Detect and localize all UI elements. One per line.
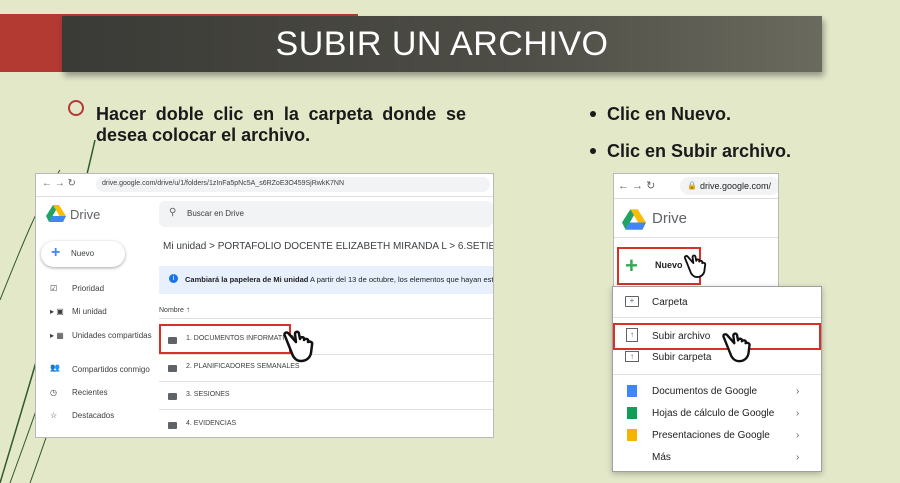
address-bar[interactable]: drive.google.com/drive/u/1/folders/1zInF… (96, 177, 490, 192)
menu-item-slides[interactable]: Presentaciones de Google (652, 430, 770, 441)
highlight-box (613, 323, 821, 350)
priority-icon: ☑ (50, 284, 58, 293)
google-sheets-icon (627, 407, 637, 419)
search-icon: ⚲ (169, 207, 177, 218)
lock-icon: 🔒 (687, 181, 697, 190)
clock-icon: ◷ (50, 388, 57, 397)
people-icon: 👥 (50, 363, 60, 372)
breadcrumb: Mi unidad > PORTAFOLIO DOCENTE ELIZABETH… (163, 241, 493, 252)
folder-name[interactable]: 2. PLANIFICADORES SEMANALES (186, 363, 300, 370)
star-icon: ☆ (50, 411, 58, 420)
drive-logo-icon (622, 209, 646, 230)
sidebar-item-shared-drives[interactable]: Unidades compartidas (72, 331, 152, 340)
folder-name[interactable]: 3. SESIONES (186, 391, 230, 398)
shared-folder-icon (168, 422, 177, 429)
menu-item-upload-file[interactable]: Subir archivo (652, 331, 710, 342)
menu-item-upload-folder[interactable]: Subir carpeta (652, 352, 711, 363)
browser-nav-icons[interactable]: ← → ↻ (42, 178, 76, 189)
new-button-label: Nuevo (71, 249, 95, 258)
banner-title: Cambiará la papelera de Mi unidad (185, 275, 309, 284)
bullet-dot-icon (590, 111, 596, 117)
sort-arrow-icon[interactable]: ↑ (186, 305, 190, 314)
chevron-right-icon: › (796, 452, 800, 463)
left-instruction: Hacer doble clic en la carpeta donde se … (96, 104, 466, 145)
shared-folder-icon (168, 365, 177, 372)
chevron-right-icon: > (449, 241, 458, 252)
hand-pointer-icon (722, 332, 751, 363)
chevron-right-icon: › (796, 408, 800, 419)
info-banner: i Cambiará la papelera de Mi unidad A pa… (159, 266, 493, 294)
menu-item-more[interactable]: Más (652, 452, 671, 463)
sidebar-item-recent[interactable]: Recientes (72, 388, 108, 397)
banner-text: A partir del 13 de octubre, los elemento… (310, 275, 494, 284)
bullet-dot-icon (590, 148, 596, 154)
chevron-right-icon: > (209, 241, 218, 252)
new-folder-icon: + (625, 296, 639, 307)
search-box[interactable]: ⚲ Buscar en Drive (159, 201, 493, 227)
shared-drives-icon: ▸ ▦ (50, 331, 64, 340)
menu-item-sheets[interactable]: Hojas de cálculo de Google (652, 408, 774, 419)
url-text: drive.google.com/ (700, 181, 772, 191)
my-drive-icon: ▸ ▣ (50, 307, 64, 316)
slide-title: SUBIR UN ARCHIVO (275, 25, 609, 63)
search-placeholder: Buscar en Drive (187, 209, 244, 218)
browser-nav-icons[interactable]: ← → ↻ (618, 179, 655, 192)
highlight-box (159, 324, 291, 354)
drive-screenshot-left: ← → ↻ drive.google.com/drive/u/1/folders… (35, 173, 494, 438)
google-docs-icon (627, 385, 637, 397)
plus-icon: + (51, 244, 61, 261)
upload-file-icon: ↑ (626, 328, 638, 342)
breadcrumb-item[interactable]: 6.SETIEMBRE (458, 241, 493, 252)
new-menu: + Carpeta ↑ Subir archivo ↑ Subir carpet… (612, 286, 822, 472)
drive-logo-icon (46, 205, 66, 222)
sidebar-item-priority[interactable]: Prioridad (72, 284, 104, 293)
app-name: Drive (70, 207, 101, 222)
new-button-label: Nuevo (655, 260, 683, 270)
folder-name[interactable]: 4. EVIDENCIAS (186, 420, 236, 427)
chevron-right-icon: › (796, 430, 800, 441)
sidebar-item-my-drive[interactable]: Mi unidad (72, 307, 107, 316)
sidebar-item-starred[interactable]: Destacados (72, 411, 114, 420)
bullet-circle-icon (68, 100, 84, 116)
chevron-right-icon: › (796, 386, 800, 397)
new-button[interactable]: + Nuevo (41, 241, 125, 267)
google-slides-icon (627, 429, 637, 441)
hand-pointer-icon (683, 254, 707, 278)
upload-folder-icon: ↑ (625, 351, 639, 362)
shared-folder-icon (168, 393, 177, 400)
step-2: Clic en Subir archivo. (607, 141, 792, 161)
info-icon: i (169, 274, 178, 283)
step-1: Clic en Nuevo. (607, 104, 732, 124)
app-name: Drive (652, 210, 688, 227)
menu-item-folder[interactable]: Carpeta (652, 297, 688, 308)
breadcrumb-item[interactable]: Mi unidad (163, 241, 206, 252)
menu-item-docs[interactable]: Documentos de Google (652, 386, 757, 397)
column-header-name[interactable]: Nombre (159, 307, 184, 314)
sidebar-item-shared-with-me[interactable]: Compartidos conmigo (72, 365, 150, 374)
address-bar[interactable]: 🔒 drive.google.com/ (680, 177, 778, 195)
plus-icon: + (625, 253, 638, 278)
hand-pointer-icon (283, 330, 314, 363)
url-text: drive.google.com/drive/u/1/folders/1zInF… (102, 180, 345, 187)
breadcrumb-item[interactable]: PORTAFOLIO DOCENTE ELIZABETH MIRANDA L (218, 241, 447, 252)
